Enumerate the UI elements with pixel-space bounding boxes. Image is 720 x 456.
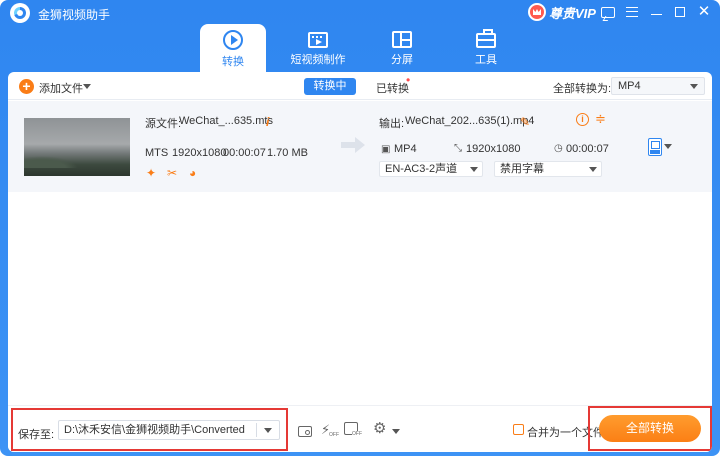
output-format-icon[interactable]: [648, 138, 662, 156]
source-duration: 00:00:07: [223, 147, 266, 159]
resolution-icon: ⤡: [454, 143, 462, 154]
maximize-icon: [675, 7, 685, 17]
tab-convert[interactable]: 转换: [200, 24, 266, 72]
close-icon: ✕: [697, 3, 711, 20]
hardware-accel-off-icon[interactable]: OFF: [344, 422, 362, 437]
magic-wand-icon[interactable]: ✦: [146, 167, 156, 179]
save-to-label: 保存至:: [18, 429, 55, 441]
convert-all-button[interactable]: 全部转换: [599, 415, 701, 442]
convert-all-format-select[interactable]: MP4: [611, 77, 705, 95]
feedback-button[interactable]: [600, 4, 616, 20]
subtitle-value: 禁用字幕: [500, 163, 544, 175]
app-window: 金狮视频助手 尊贵VIP ✕ 转换 短视频制作 分屏 工具 + 添加文件 转换中…: [0, 0, 720, 456]
tab-converting[interactable]: 转换中: [304, 78, 356, 95]
tab-converted[interactable]: 已转换: [376, 80, 409, 96]
info-icon[interactable]: i: [266, 115, 269, 129]
app-title: 金狮视频助手: [38, 8, 111, 22]
speed-off-label: OFF: [329, 432, 339, 438]
tab-tools-label: 工具: [475, 54, 497, 66]
clock-icon: ◷: [554, 143, 563, 154]
chevron-down-icon: [470, 167, 478, 172]
scissors-icon[interactable]: ✂: [167, 167, 177, 179]
toolbox-icon: [476, 29, 496, 48]
output-filename: WeChat_202...635(1).mp4: [405, 115, 535, 127]
merge-checkbox[interactable]: [513, 424, 524, 435]
settings-sliders-icon[interactable]: ≑: [595, 112, 606, 125]
source-label: 源文件:: [145, 118, 182, 130]
add-file-icon[interactable]: +: [19, 79, 34, 94]
tab-short-video-label: 短视频制作: [290, 54, 346, 66]
maximize-button[interactable]: [672, 4, 688, 20]
add-file-button[interactable]: 添加文件: [39, 80, 83, 96]
audio-track-value: EN-AC3-2声道: [385, 163, 458, 175]
source-format: MTS: [145, 147, 169, 159]
tab-convert-label: 转换: [222, 56, 244, 68]
tab-split-screen-label: 分屏: [391, 54, 413, 66]
add-file-dropdown-icon[interactable]: [83, 84, 91, 89]
bottom-bar: 保存至: D:\沐禾安信\金狮视频助手\Converted ⚡ OFF OFF ⚙…: [8, 405, 712, 452]
output-format: MP4: [394, 143, 417, 155]
separator: [256, 423, 257, 437]
menu-button[interactable]: [624, 4, 640, 20]
minimize-button[interactable]: [648, 4, 664, 20]
subtitle-select[interactable]: 禁用字幕: [494, 161, 602, 177]
open-folder-icon[interactable]: [298, 426, 312, 437]
output-label: 输出:: [379, 118, 405, 130]
chevron-down-icon: [690, 84, 698, 89]
vip-badge[interactable]: 尊贵VIP: [528, 2, 596, 22]
content-panel: + 添加文件 转换中 已转换 • 全部转换为: MP4 源文件: WeChat_…: [8, 72, 712, 452]
tab-tools[interactable]: 工具: [453, 24, 519, 70]
close-button[interactable]: ✕: [696, 4, 712, 20]
tab-split-screen[interactable]: 分屏: [369, 24, 435, 70]
convert-icon: [223, 30, 243, 50]
save-path-select[interactable]: D:\沐禾安信\金狮视频助手\Converted: [58, 420, 280, 440]
video-thumbnail[interactable]: [24, 118, 130, 176]
edit-name-icon[interactable]: ✎: [520, 115, 530, 129]
source-filename: WeChat_...635.mts: [179, 115, 273, 127]
output-resolution: 1920x1080: [466, 143, 521, 155]
settings-dropdown-icon[interactable]: [392, 429, 400, 434]
convert-all-to-label: 全部转换为:: [553, 83, 612, 95]
convert-all-format-value: MP4: [618, 80, 641, 92]
save-path-value: D:\沐禾安信\金狮视频助手\Converted: [64, 424, 245, 436]
speed-off-icon[interactable]: ⚡ OFF: [321, 422, 339, 440]
palette-icon[interactable]: ◕: [189, 167, 196, 179]
info-circle-icon[interactable]: i: [576, 113, 589, 126]
vip-label: 尊贵VIP: [549, 5, 596, 21]
video-clap-icon: [308, 32, 328, 48]
format-dropdown-icon[interactable]: [664, 144, 672, 149]
film-icon: ▣: [381, 144, 391, 155]
hardware-off-label: OFF: [352, 431, 362, 437]
minimize-icon: [650, 13, 662, 15]
source-resolution: 1920x1080: [172, 147, 227, 159]
chat-icon: [601, 6, 615, 18]
file-toolbar: + 添加文件 转换中 已转换 • 全部转换为: MP4: [8, 72, 712, 100]
file-row[interactable]: 源文件: WeChat_...635.mts i MTS 1920x1080 0…: [8, 101, 712, 192]
chevron-down-icon: [589, 167, 597, 172]
tab-short-video[interactable]: 短视频制作: [285, 24, 351, 70]
menu-icon: [626, 7, 638, 17]
split-screen-icon: [392, 31, 412, 48]
source-size: 1.70 MB: [267, 147, 308, 159]
output-duration: 00:00:07: [566, 143, 609, 155]
new-indicator-dot: •: [406, 73, 411, 87]
crown-icon: [528, 3, 546, 21]
chevron-down-icon: [264, 428, 272, 433]
app-logo-icon: [10, 3, 30, 23]
gear-icon[interactable]: ⚙: [373, 421, 391, 439]
arrow-right-icon: [341, 137, 365, 153]
audio-track-select[interactable]: EN-AC3-2声道: [379, 161, 483, 177]
